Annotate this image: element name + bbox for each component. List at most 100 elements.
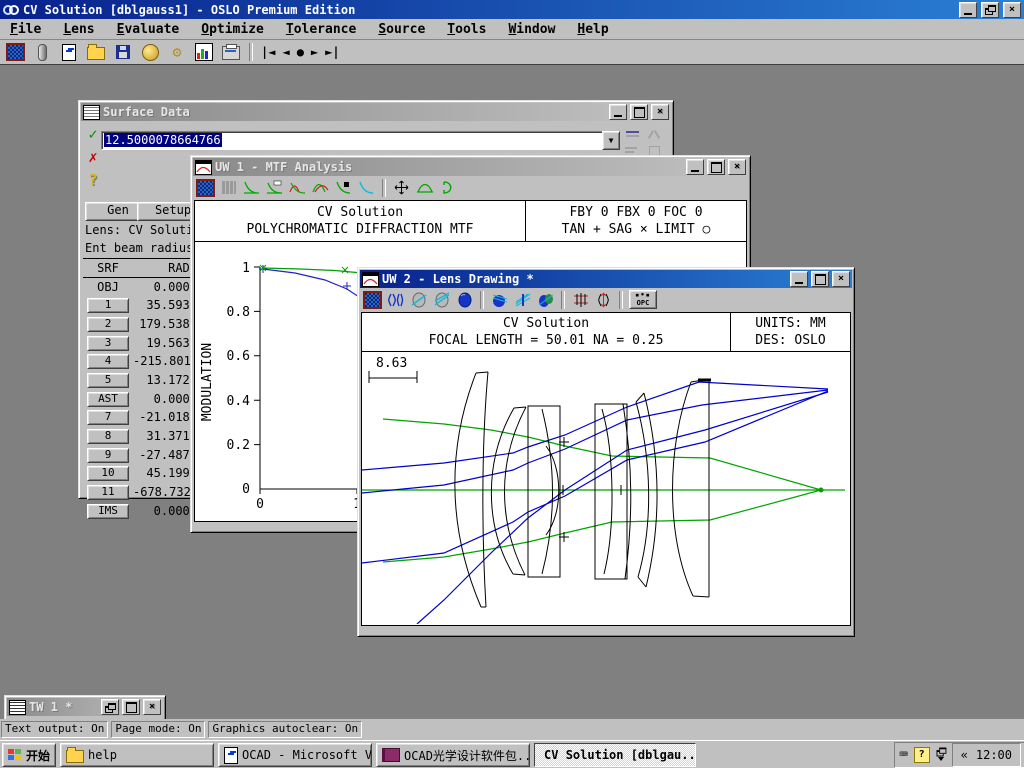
surface-row-button[interactable]: AST xyxy=(87,392,129,407)
value-input[interactable]: 12.5000078664766 xyxy=(101,131,605,150)
mtf-spreadsheet-icon[interactable] xyxy=(196,179,215,196)
lens-group-icon[interactable] xyxy=(536,291,555,308)
mtf-plot-title: POLYCHROMATIC DIFFRACTION MTF xyxy=(195,221,525,238)
mtf-curve-point-icon[interactable] xyxy=(334,179,353,196)
mtf-minimize-button[interactable] xyxy=(686,159,704,175)
mtf-pan-icon[interactable] xyxy=(392,179,411,196)
menu-window[interactable]: Window xyxy=(508,22,555,37)
draw-pen-icon[interactable] xyxy=(624,129,642,141)
task-ocad-msvisual[interactable]: OCAD - Microsoft Vi... xyxy=(218,743,372,767)
task-help[interactable]: help xyxy=(60,743,214,767)
lens-minimize-button[interactable] xyxy=(790,271,808,287)
cancel-icon[interactable]: ✗ xyxy=(85,148,101,166)
lens-solid-icon[interactable] xyxy=(455,291,474,308)
nav-current-icon[interactable]: ● xyxy=(296,45,305,59)
ue-coin-icon[interactable] xyxy=(139,42,161,62)
graph-window-icon[interactable] xyxy=(195,160,212,175)
lamp-icon[interactable] xyxy=(31,42,53,62)
minimize-button[interactable] xyxy=(959,2,977,18)
help-icon[interactable]: ? xyxy=(85,171,101,189)
surface-row-button[interactable]: 10 xyxy=(87,466,129,481)
surface-close-button[interactable]: × xyxy=(651,104,669,120)
menu-help[interactable]: Help xyxy=(577,22,608,37)
mtf-curve-icon[interactable] xyxy=(242,179,261,196)
tw-restore-button[interactable] xyxy=(101,699,119,715)
surface-row-button[interactable]: 2 xyxy=(87,317,129,332)
lens-plan-icon[interactable] xyxy=(571,291,590,308)
mtf-fft-curve-icon[interactable] xyxy=(265,179,284,196)
lens-maximize-button[interactable] xyxy=(811,271,829,287)
status-text-output[interactable]: Text output: On xyxy=(1,721,108,738)
opc-icon[interactable]: ▪•▪ OPC xyxy=(629,290,657,309)
mtf-close-button[interactable]: × xyxy=(728,159,746,175)
menu-source[interactable]: Source xyxy=(378,22,425,37)
status-graphics-autoclear[interactable]: Graphics autoclear: On xyxy=(208,721,362,738)
surface-row-button[interactable]: 11 xyxy=(87,485,129,500)
spreadsheet-window-icon[interactable] xyxy=(83,105,100,120)
nav-first-icon[interactable]: |◄ xyxy=(260,45,276,59)
task-ocad-package[interactable]: OCAD光学设计软件包... xyxy=(376,743,530,767)
text-window-icon[interactable] xyxy=(9,700,26,715)
surface-row-button[interactable]: 8 xyxy=(87,429,129,444)
surface-row-button[interactable]: IMS xyxy=(87,504,129,519)
lens-scale-icon[interactable] xyxy=(594,291,613,308)
menu-tools[interactable]: Tools xyxy=(447,22,486,37)
mtf-dshape-icon[interactable] xyxy=(438,179,457,196)
lens-fan-icon[interactable] xyxy=(513,291,532,308)
menu-evaluate[interactable]: Evaluate xyxy=(117,22,180,37)
new-doc-icon[interactable] xyxy=(58,42,80,62)
surface-row-button[interactable]: 1 xyxy=(87,298,129,313)
menu-file[interactable]: File xyxy=(10,22,41,37)
mtf-bars-icon[interactable] xyxy=(219,179,238,196)
tray-collapse-icon[interactable]: « xyxy=(961,748,968,762)
menu-lens[interactable]: Lens xyxy=(63,22,94,37)
nav-next-icon[interactable]: ► xyxy=(310,45,319,59)
dropdown-button[interactable]: ▼ xyxy=(602,131,620,150)
nav-last-icon[interactable]: ►| xyxy=(324,45,340,59)
nav-prev-icon[interactable]: ◄ xyxy=(281,45,290,59)
mtf-hump-icon[interactable] xyxy=(415,179,434,196)
clock[interactable]: « 12:00 xyxy=(952,743,1021,767)
lens-elements-icon[interactable] xyxy=(386,291,405,308)
lens-designer: DES: OSLO xyxy=(731,332,850,349)
close-button[interactable]: × xyxy=(1003,2,1021,18)
scissors-icon[interactable] xyxy=(647,129,665,141)
surface-row-button[interactable]: 5 xyxy=(87,373,129,388)
print-icon[interactable] xyxy=(220,42,242,62)
lens-spreadsheet-icon[interactable] xyxy=(363,291,382,308)
start-button[interactable]: 开始 xyxy=(2,743,56,767)
graph-window-icon[interactable] xyxy=(362,272,379,287)
mtf-two-curves-icon[interactable] xyxy=(288,179,307,196)
surface-row-button[interactable]: 3 xyxy=(87,336,129,351)
mtf-cyan-curve-icon[interactable] xyxy=(357,179,376,196)
chart-icon[interactable] xyxy=(193,42,215,62)
spreadsheet-icon[interactable] xyxy=(4,42,26,62)
surface-minimize-button[interactable] xyxy=(609,104,627,120)
surface-row-button[interactable]: 7 xyxy=(87,410,129,425)
tray-window-icon[interactable] xyxy=(936,747,946,764)
lens-gray-slash-icon[interactable] xyxy=(409,291,428,308)
tray-help-icon[interactable]: ? xyxy=(914,747,930,763)
tw-maximize-button[interactable] xyxy=(122,699,140,715)
lens-gray-slash2-icon[interactable] xyxy=(432,291,451,308)
lens-close-button[interactable]: × xyxy=(832,271,850,287)
save-icon[interactable] xyxy=(112,42,134,62)
confirm-icon[interactable]: ✓ xyxy=(85,125,101,143)
menu-optimize[interactable]: Optimize xyxy=(201,22,264,37)
surface-row-button[interactable]: 9 xyxy=(87,448,129,463)
surface-row-button[interactable]: 4 xyxy=(87,354,129,369)
task-cv-solution[interactable]: CV Solution [dblgau... xyxy=(534,743,696,767)
menu-tolerance[interactable]: Tolerance xyxy=(286,22,356,37)
surface-maximize-button[interactable] xyxy=(630,104,648,120)
keyboard-layout-icon[interactable]: ⌨ xyxy=(899,747,907,763)
oslo-logo-icon[interactable] xyxy=(3,3,19,17)
mtf-cross-curves-icon[interactable] xyxy=(311,179,330,196)
gears-icon[interactable]: ⚙ xyxy=(166,42,188,62)
mtf-maximize-button[interactable] xyxy=(707,159,725,175)
tw-close-button[interactable]: × xyxy=(143,699,161,715)
restore-button[interactable] xyxy=(981,2,999,18)
status-page-mode[interactable]: Page mode: On xyxy=(111,721,205,738)
open-folder-icon[interactable] xyxy=(85,42,107,62)
lens-rays-icon[interactable] xyxy=(490,291,509,308)
lens-toolbar: ▪•▪ OPC xyxy=(360,288,852,311)
